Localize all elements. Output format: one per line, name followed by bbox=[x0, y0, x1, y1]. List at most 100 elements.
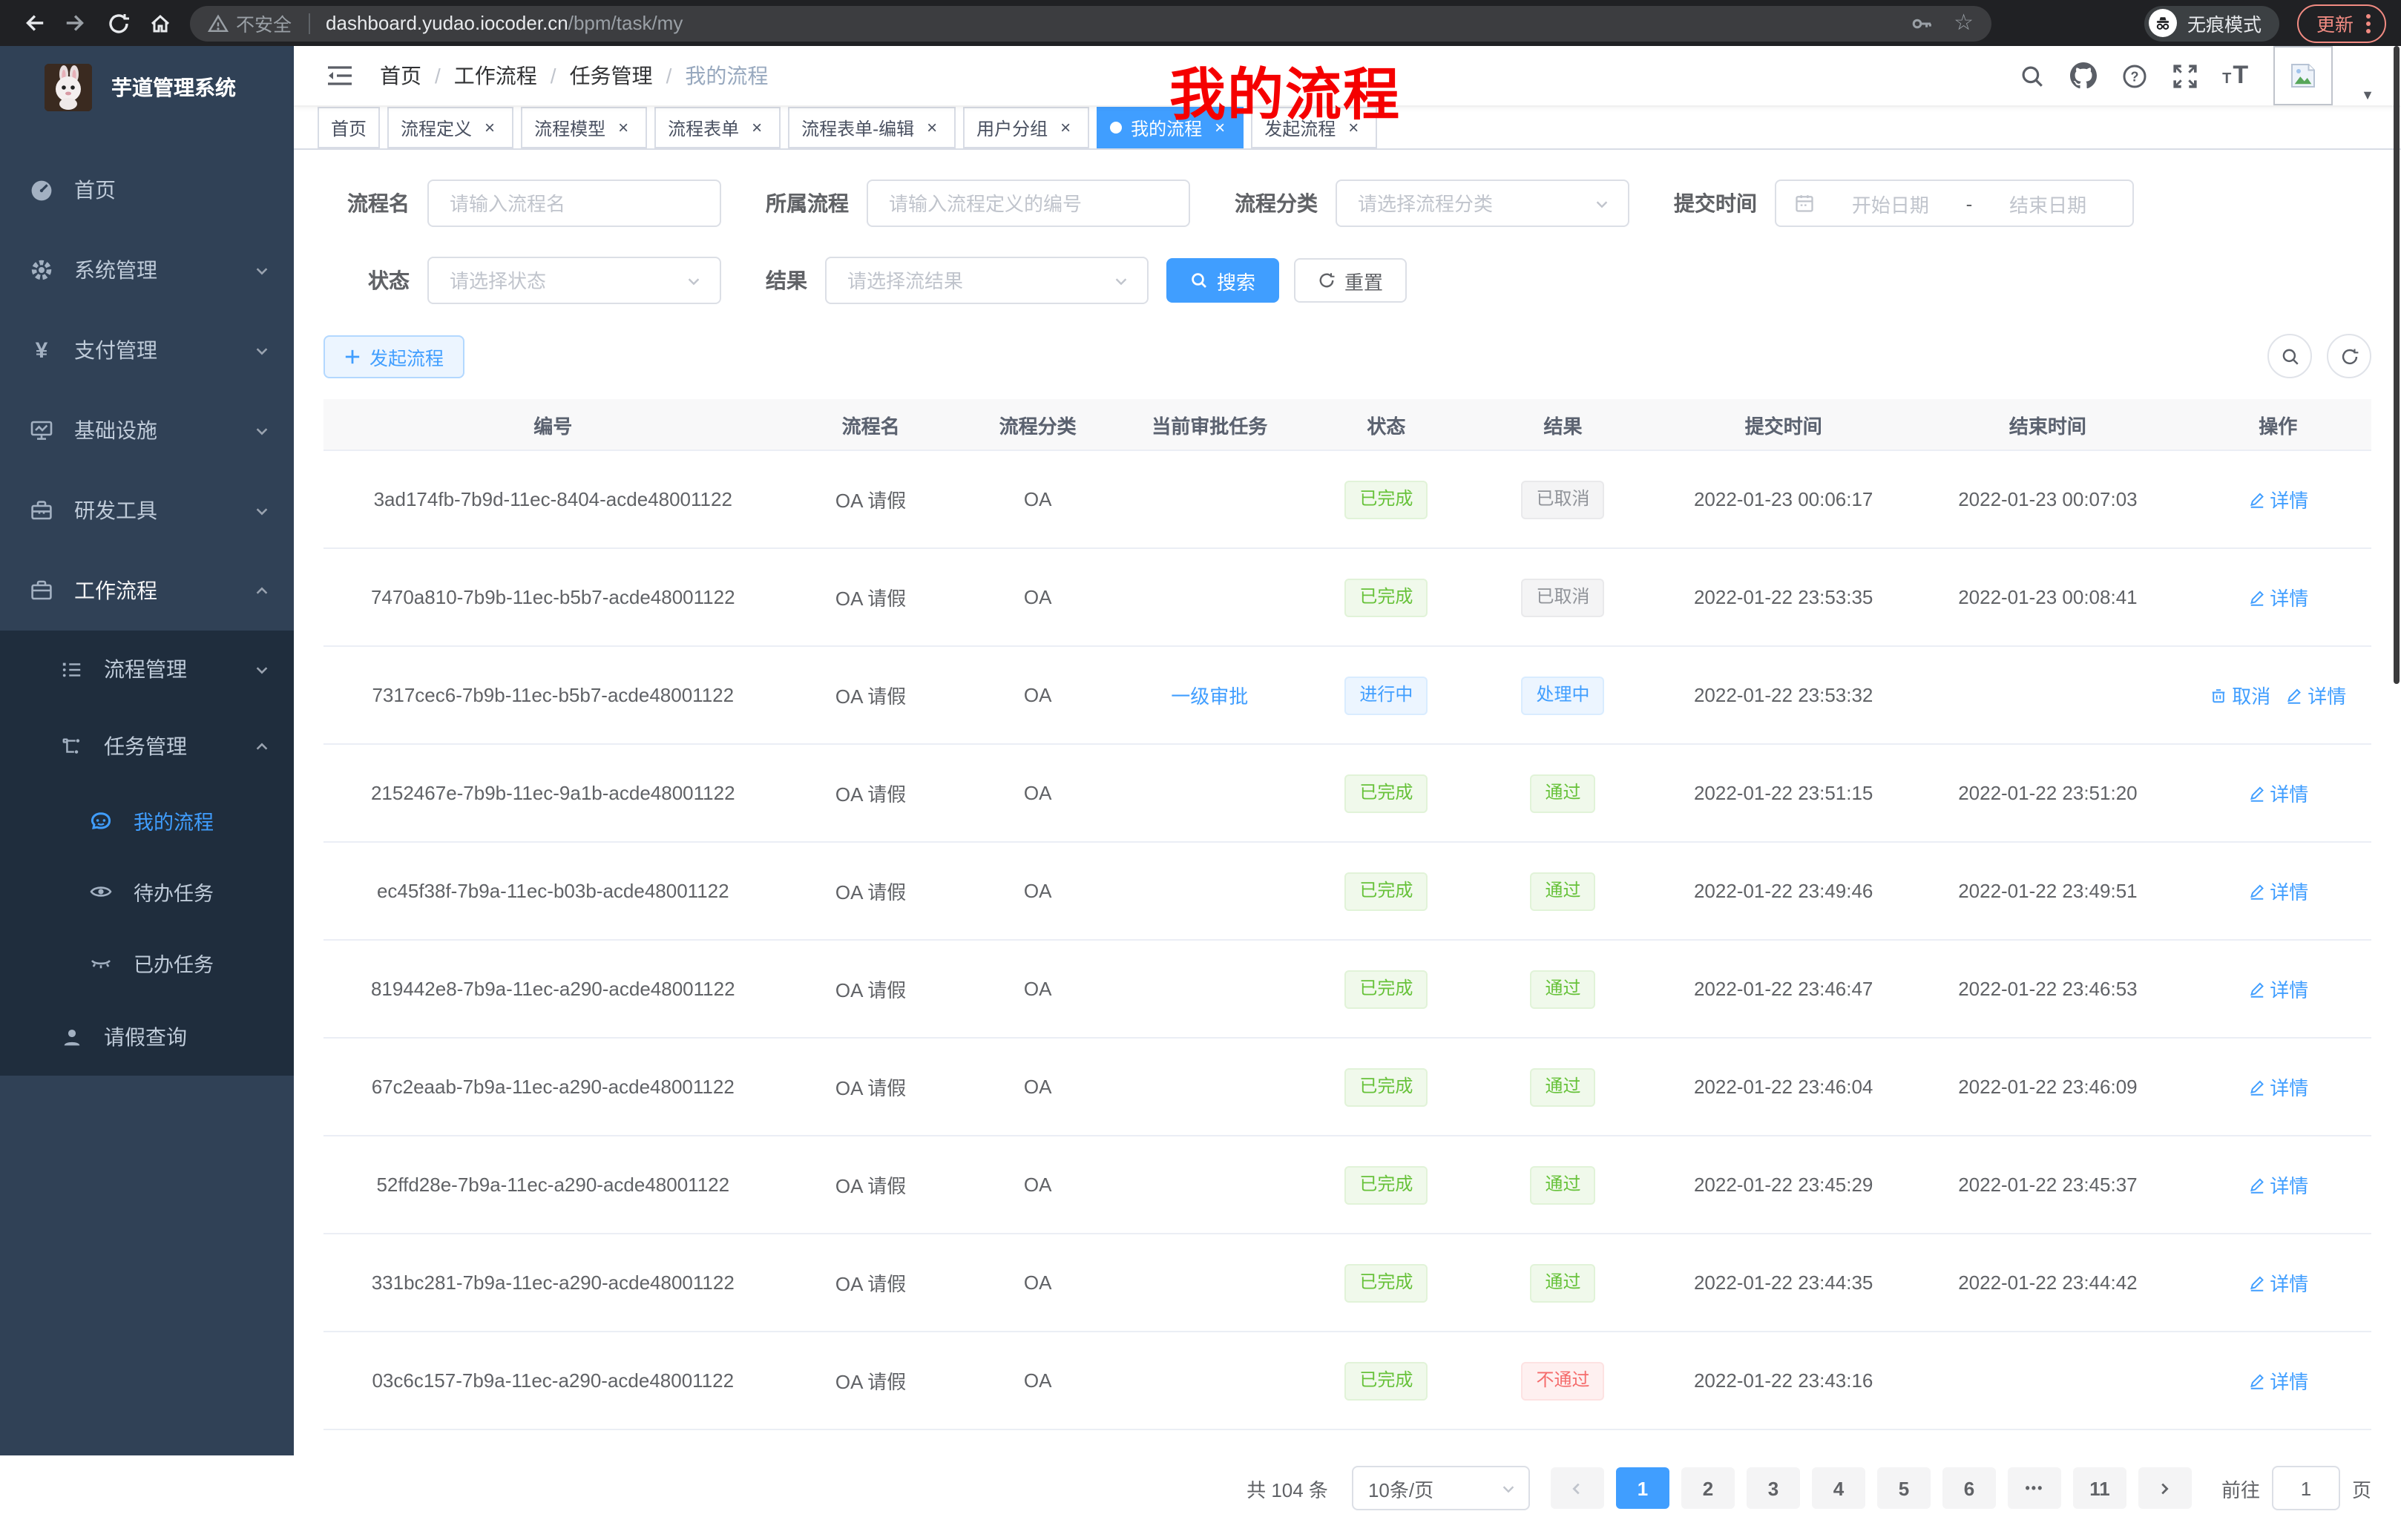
breadcrumb-task-mgmt[interactable]: 任务管理 bbox=[570, 61, 653, 91]
close-icon[interactable]: × bbox=[1209, 117, 1230, 138]
kebab-menu-icon[interactable] bbox=[2365, 11, 2371, 35]
current-task-link[interactable]: 一级审批 bbox=[1171, 681, 1248, 709]
edit-icon bbox=[2285, 686, 2303, 704]
detail-link[interactable]: 详情 bbox=[2247, 877, 2308, 905]
sidebar-item-workflow[interactable]: 工作流程 bbox=[0, 550, 294, 631]
tab-process-model[interactable]: 流程模型× bbox=[521, 107, 647, 148]
sidebar-item-payment[interactable]: ¥ 支付管理 bbox=[0, 310, 294, 390]
app-logo[interactable]: 芋道管理系统 bbox=[0, 46, 294, 129]
submit-time-range-picker[interactable]: 开始日期 - 结束日期 bbox=[1775, 180, 2134, 227]
detail-link[interactable]: 详情 bbox=[2247, 1268, 2308, 1297]
page-button-6[interactable]: 6 bbox=[1942, 1467, 1996, 1509]
sidebar-item-leave-query[interactable]: 请假查询 bbox=[0, 998, 294, 1076]
close-icon[interactable]: × bbox=[613, 117, 634, 138]
status-badge: 已完成 bbox=[1344, 480, 1428, 519]
reset-button[interactable]: 重置 bbox=[1294, 258, 1407, 303]
next-page-button[interactable] bbox=[2138, 1467, 2192, 1509]
chevron-down-icon bbox=[686, 272, 702, 289]
result-select[interactable] bbox=[825, 257, 1149, 304]
detail-link[interactable]: 详情 bbox=[2247, 485, 2308, 513]
create-process-button[interactable]: 发起流程 bbox=[323, 335, 464, 378]
cancel-link[interactable]: 取消 bbox=[2210, 681, 2270, 709]
page-button-4[interactable]: 4 bbox=[1812, 1467, 1865, 1509]
incognito-icon bbox=[2149, 9, 2177, 37]
tab-process-form[interactable]: 流程表单× bbox=[654, 107, 781, 148]
end-date-placeholder: 结束日期 bbox=[1981, 189, 2115, 217]
detail-link[interactable]: 详情 bbox=[2247, 583, 2308, 611]
key-icon[interactable] bbox=[1909, 11, 1933, 35]
plus-icon bbox=[344, 348, 361, 364]
top-navbar: 首页 / 工作流程 / 任务管理 / 我的流程 ? TT ▼ bbox=[294, 46, 2401, 107]
close-icon[interactable]: × bbox=[922, 117, 942, 138]
process-name-input[interactable] bbox=[427, 180, 721, 227]
detail-link[interactable]: 详情 bbox=[2285, 681, 2346, 709]
detail-link[interactable]: 详情 bbox=[2247, 1073, 2308, 1101]
tab-my-process[interactable]: 我的流程× bbox=[1097, 107, 1244, 148]
sidebar-toggle-icon[interactable] bbox=[326, 64, 353, 88]
search-button[interactable]: 搜索 bbox=[1166, 258, 1279, 303]
scrollbar[interactable] bbox=[2394, 46, 2400, 684]
font-size-icon[interactable]: TT bbox=[2222, 61, 2248, 91]
tab-process-form-edit[interactable]: 流程表单-编辑× bbox=[788, 107, 956, 148]
chevron-down-icon bbox=[254, 262, 270, 278]
url-bar[interactable]: 不安全 dashboard.yudao.iocoder.cn/bpm/task/… bbox=[190, 5, 1991, 41]
sidebar-item-devtools[interactable]: 研发工具 bbox=[0, 470, 294, 550]
result-badge: 通过 bbox=[1531, 1165, 1596, 1204]
fullscreen-icon[interactable] bbox=[2172, 63, 2197, 88]
prev-page-button[interactable] bbox=[1551, 1467, 1604, 1509]
browser-update-button[interactable]: 更新 bbox=[2297, 4, 2386, 42]
edit-icon bbox=[2247, 784, 2265, 802]
page-button-2[interactable]: 2 bbox=[1681, 1467, 1735, 1509]
tab-start-process[interactable]: 发起流程× bbox=[1251, 107, 1377, 148]
back-icon[interactable] bbox=[21, 10, 46, 36]
page-jump-input[interactable] bbox=[2272, 1466, 2340, 1510]
tab-home[interactable]: 首页 bbox=[318, 107, 380, 148]
sidebar-item-todo-tasks[interactable]: 待办任务 bbox=[0, 856, 294, 927]
detail-link[interactable]: 详情 bbox=[2247, 779, 2308, 807]
breadcrumb-workflow[interactable]: 工作流程 bbox=[454, 61, 537, 91]
reload-icon[interactable] bbox=[107, 11, 131, 35]
tab-user-group[interactable]: 用户分组× bbox=[963, 107, 1089, 148]
avatar[interactable] bbox=[2273, 46, 2333, 105]
process-category-select[interactable] bbox=[1336, 180, 1629, 227]
help-icon[interactable]: ? bbox=[2121, 63, 2147, 88]
close-icon[interactable]: × bbox=[1343, 117, 1364, 138]
pagination: 共 104 条 10条/页 1 2 3 4 5 6 ••• 11 bbox=[323, 1466, 2371, 1510]
forward-icon[interactable] bbox=[64, 10, 89, 36]
page-button-11[interactable]: 11 bbox=[2073, 1467, 2126, 1509]
sidebar-item-home[interactable]: 首页 bbox=[0, 150, 294, 230]
toggle-search-button[interactable] bbox=[2267, 334, 2312, 378]
search-icon[interactable] bbox=[2019, 63, 2044, 88]
close-icon[interactable]: × bbox=[1055, 117, 1076, 138]
eye-icon bbox=[89, 880, 113, 904]
bookmark-star-icon[interactable]: ☆ bbox=[1954, 12, 1974, 34]
sidebar-item-my-process[interactable]: 我的流程 bbox=[0, 785, 294, 856]
breadcrumb-home[interactable]: 首页 bbox=[380, 61, 421, 91]
close-icon[interactable]: × bbox=[479, 117, 500, 138]
detail-link[interactable]: 详情 bbox=[2247, 1171, 2308, 1199]
page-button-1[interactable]: 1 bbox=[1616, 1467, 1669, 1509]
sidebar-item-done-tasks[interactable]: 已办任务 bbox=[0, 927, 294, 998]
edit-icon bbox=[2247, 882, 2265, 900]
detail-link[interactable]: 详情 bbox=[2247, 975, 2308, 1003]
site-security[interactable]: 不安全 bbox=[208, 9, 292, 37]
close-icon[interactable]: × bbox=[746, 117, 767, 138]
page-size-select[interactable]: 10条/页 bbox=[1352, 1466, 1530, 1510]
page-button-5[interactable]: 5 bbox=[1877, 1467, 1931, 1509]
detail-link[interactable]: 详情 bbox=[2247, 1366, 2308, 1395]
more-pages-button[interactable]: ••• bbox=[2008, 1467, 2061, 1509]
github-icon[interactable] bbox=[2069, 62, 2096, 89]
sidebar-item-task-mgmt[interactable]: 任务管理 bbox=[0, 708, 294, 785]
sidebar-item-infra[interactable]: 基础设施 bbox=[0, 390, 294, 470]
filter-name-label: 流程名 bbox=[323, 188, 410, 218]
page-button-3[interactable]: 3 bbox=[1747, 1467, 1800, 1509]
home-icon[interactable] bbox=[148, 11, 172, 35]
sidebar-item-system[interactable]: 系统管理 bbox=[0, 230, 294, 310]
sidebar-item-process-mgmt[interactable]: 流程管理 bbox=[0, 631, 294, 708]
status-select[interactable] bbox=[427, 257, 721, 304]
process-definition-input[interactable] bbox=[867, 180, 1190, 227]
caret-down-icon[interactable]: ▼ bbox=[2361, 88, 2374, 102]
tab-process-definition[interactable]: 流程定义× bbox=[387, 107, 513, 148]
refresh-table-button[interactable] bbox=[2327, 334, 2371, 378]
result-badge: 已取消 bbox=[1522, 578, 1605, 616]
